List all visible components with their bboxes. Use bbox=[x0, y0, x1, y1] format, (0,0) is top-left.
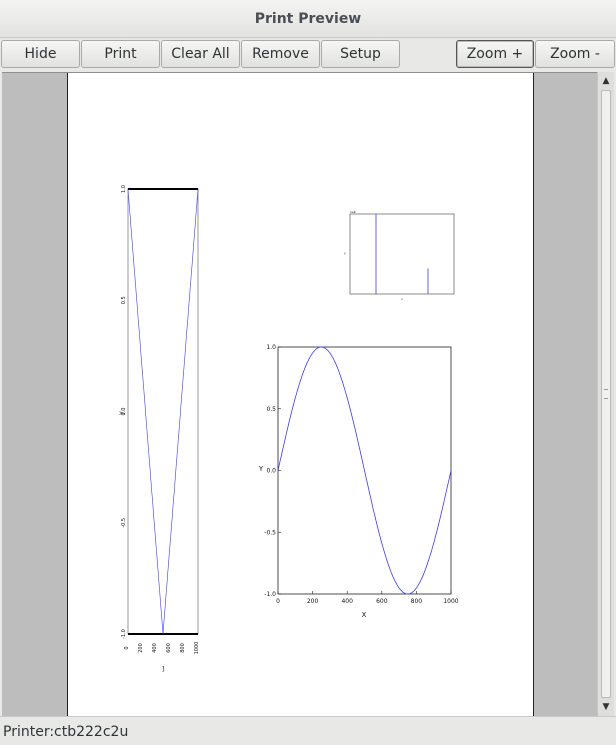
scrollbar-thumb[interactable] bbox=[601, 90, 611, 698]
window-title: Print Preview bbox=[254, 11, 362, 27]
remove-button[interactable]: Remove bbox=[241, 40, 320, 68]
plot-spikes-ylabel: y bbox=[344, 251, 346, 255]
plot-rotated-ytick-label: 1.0 bbox=[121, 185, 127, 193]
zoom-in-button[interactable]: Zoom + bbox=[456, 40, 534, 68]
toolbar: Hide Print Clear All Remove Setup Zoom +… bbox=[0, 38, 616, 72]
arrow-up-icon[interactable]: ▲ bbox=[600, 74, 612, 88]
vertical-scrollbar[interactable]: ▲ ▼ bbox=[597, 72, 614, 716]
hide-button[interactable]: Hide bbox=[1, 40, 80, 68]
plot-rotated-xtick-label: 0 bbox=[124, 646, 130, 649]
plot-rotated-ytick-label: 0.5 bbox=[121, 296, 127, 304]
plot-sine-xtick-label: 1000 bbox=[443, 598, 458, 605]
plot-rotated-xtick-label: 200 bbox=[138, 643, 144, 653]
plot-sine-ytick-label: -1.0 bbox=[264, 591, 276, 598]
title-bar: Print Preview bbox=[0, 0, 616, 38]
plot-sine-ytick-label: 1.0 bbox=[266, 344, 276, 351]
clear-all-button[interactable]: Clear All bbox=[161, 40, 240, 68]
plot-rotated-bracket: ] bbox=[162, 666, 164, 673]
plot-spikes: 1e6 x y bbox=[344, 210, 455, 301]
plot-sine-xtick-label: 600 bbox=[376, 598, 388, 605]
zoom-out-button[interactable]: Zoom - bbox=[535, 40, 615, 68]
plot-sine-xtick-label: 200 bbox=[307, 598, 319, 605]
plot-sine-ytick-label: 0.0 bbox=[266, 468, 276, 475]
plot-sine-xtick-label: 400 bbox=[341, 598, 353, 605]
plot-sine-ytick-label: 0.5 bbox=[266, 406, 276, 413]
plot-sine-xtick-label: 800 bbox=[411, 598, 423, 605]
plot-rotated-xtick-label: 800 bbox=[180, 643, 186, 653]
plot-rotated-ytick-label: -1.0 bbox=[121, 629, 127, 639]
print-page: 1.0 0.5 0.0 -0.5 -1.0 0 200 400 600 800 1000 y ] … bbox=[67, 73, 534, 717]
status-bar: Printer:ctb222c2u bbox=[0, 716, 616, 745]
plot-rotated-xtick-label: 1000 bbox=[194, 642, 200, 655]
plot-rotated-ytick-label: -0.5 bbox=[121, 518, 127, 528]
plot-sine-ytick-label: -0.5 bbox=[264, 529, 276, 536]
plot-rotated-xtick-label: 600 bbox=[166, 643, 172, 653]
plot-rotated-xtick-label: 400 bbox=[152, 643, 158, 653]
page-canvas: 1.00.50.0-0.5-1.0 0 200 400 600 800 1000 y ] … bbox=[118, 185, 459, 673]
plot-spikes-frame bbox=[349, 213, 455, 295]
plot-rotated-series-line bbox=[127, 189, 164, 634]
plot-rotated-series-line-mirror bbox=[162, 189, 199, 634]
setup-button[interactable]: Setup bbox=[321, 40, 400, 68]
plot-sine: 1.0 0.5 0.0 -0.5 -1.0 0 200 400 600 800 1000 X Y bbox=[258, 344, 459, 619]
plot-sine-ylabel: Y bbox=[258, 465, 264, 473]
plot-spikes-corner-label: 1e6 bbox=[350, 210, 356, 214]
plot-sine-xlabel: X bbox=[362, 611, 367, 619]
print-button[interactable]: Print bbox=[81, 40, 160, 68]
arrow-down-icon[interactable]: ▼ bbox=[600, 700, 612, 714]
preview-viewport[interactable]: 1.0 0.5 0.0 -0.5 -1.0 0 200 400 600 800 1000 y ] … bbox=[2, 72, 597, 717]
scrollbar-grip bbox=[604, 389, 608, 399]
printer-status: Printer:ctb222c2u bbox=[3, 724, 129, 740]
plot-sine-series-line bbox=[277, 346, 452, 595]
plot-rotated: 1.00.50.0-0.5-1.0 0 200 400 600 800 1000 y ] bbox=[118, 185, 200, 673]
plot-sine-xtick-label: 0 bbox=[276, 598, 280, 605]
plot-rotated-frame bbox=[127, 188, 199, 635]
plot-spikes-xlabel: x bbox=[401, 297, 403, 301]
plot-rotated-ylabel: y bbox=[118, 411, 125, 415]
